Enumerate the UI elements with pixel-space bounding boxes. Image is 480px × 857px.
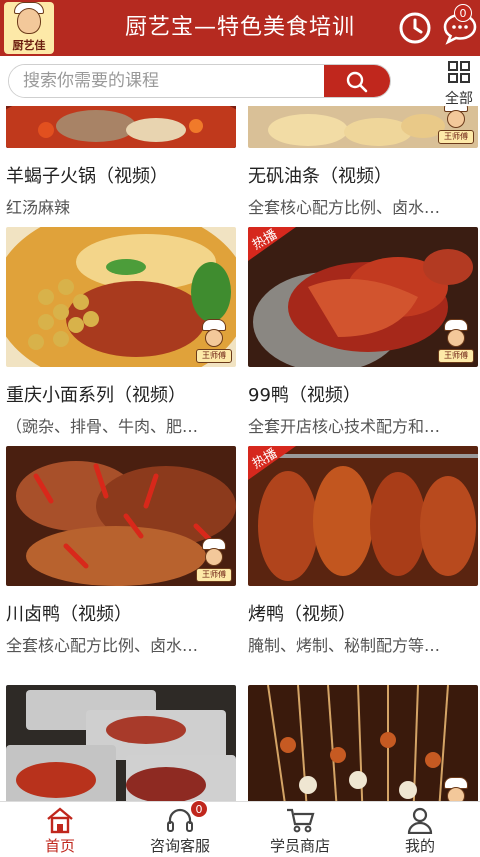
cart-icon: [287, 808, 315, 833]
course-title: 川卤鸭（视频）: [6, 604, 132, 625]
course-thumbnail: 王师傅: [6, 227, 236, 367]
course-title: 重庆小面系列（视频）: [6, 385, 186, 406]
mascot-badge: 王师傅: [196, 538, 232, 582]
app-screen: 厨艺佳 厨艺宝—特色美食培训 0 搜索你需要的课程 全部 羊蝎子火锅（视频） 红…: [0, 0, 480, 857]
course-thumbnail: 王师傅: [248, 106, 478, 148]
course-subtitle: 全套开店核心技术配方和…: [248, 417, 441, 436]
nav-customer-service[interactable]: 0 咨询客服: [120, 800, 240, 857]
course-thumbnail: 热播: [248, 446, 478, 586]
nav-store-label: 学员商店: [269, 837, 330, 855]
user-icon: [407, 807, 433, 834]
nav-profile[interactable]: 我的: [360, 802, 480, 857]
course-subtitle: （豌杂、排骨、牛肉、肥…: [6, 417, 199, 436]
search-bar: 全部: [0, 56, 480, 107]
messages-badge: 0: [454, 4, 472, 22]
course-thumbnail: 王师傅: [6, 446, 236, 586]
course-subtitle: 全套核心配方比例、卤水…: [248, 198, 441, 217]
service-badge: 0: [190, 800, 208, 818]
search-button[interactable]: [324, 65, 390, 97]
nav-home[interactable]: 首页: [0, 802, 120, 857]
course-title: 无矾油条（视频）: [248, 166, 392, 187]
home-icon: [47, 807, 73, 834]
search-input[interactable]: [9, 65, 324, 97]
nav-profile-label: 我的: [404, 837, 435, 855]
all-categories-button[interactable]: 全部: [438, 60, 480, 107]
nav-service-label: 咨询客服: [149, 837, 210, 855]
search-icon: [346, 71, 368, 93]
course-card[interactable]: 热播 烤鸭（视频） 腌制、烤制、秘制配方等…: [248, 446, 478, 658]
course-title: 99鸭（视频）: [248, 385, 361, 406]
history-button[interactable]: [397, 10, 433, 46]
mascot-badge: 王师傅: [196, 319, 232, 363]
course-subtitle: 全套核心配方比例、卤水…: [6, 636, 199, 655]
clock-icon: [399, 12, 431, 44]
search-box: [8, 64, 391, 98]
course-thumbnail: 热播 王师傅: [248, 227, 478, 367]
nav-home-label: 首页: [44, 837, 75, 855]
course-card[interactable]: 王师傅: [248, 685, 478, 801]
course-subtitle: 腌制、烤制、秘制配方等…: [248, 636, 441, 655]
course-subtitle: 红汤麻辣: [6, 198, 71, 217]
course-card[interactable]: [6, 685, 236, 801]
course-title: 羊蝎子火锅（视频）: [6, 166, 168, 187]
course-card[interactable]: 王师傅 重庆小面系列（视频） （豌杂、排骨、牛肉、肥…: [6, 227, 236, 439]
course-thumbnail: [6, 106, 236, 148]
course-card[interactable]: 王师傅 无矾油条（视频） 全套核心配方比例、卤水…: [248, 106, 478, 220]
course-list: 羊蝎子火锅（视频） 红汤麻辣 王师傅 无矾油条（视频） 全套核心配方比例、卤水…: [0, 106, 480, 801]
mascot-badge: 王师傅: [438, 319, 474, 363]
app-header: 厨艺佳 厨艺宝—特色美食培训 0: [0, 0, 480, 56]
nav-store[interactable]: 学员商店: [240, 802, 360, 857]
course-card[interactable]: 羊蝎子火锅（视频） 红汤麻辣: [6, 106, 236, 220]
mascot-badge: 王师傅: [438, 777, 474, 801]
bottom-nav: 首页 0 咨询客服 学员商店 我的: [0, 800, 480, 857]
course-thumbnail: [6, 685, 236, 801]
all-label: 全部: [445, 91, 473, 107]
grid-icon: [448, 61, 470, 83]
course-title: 烤鸭（视频）: [248, 604, 356, 625]
course-thumbnail: 王师傅: [248, 685, 478, 801]
mascot-badge: 王师傅: [438, 106, 474, 144]
course-card[interactable]: 热播 王师傅 99鸭（视频） 全套开店核心技术配方和…: [248, 227, 478, 439]
course-card[interactable]: 王师傅 川卤鸭（视频） 全套核心配方比例、卤水…: [6, 446, 236, 658]
messages-button[interactable]: 0: [442, 4, 478, 46]
